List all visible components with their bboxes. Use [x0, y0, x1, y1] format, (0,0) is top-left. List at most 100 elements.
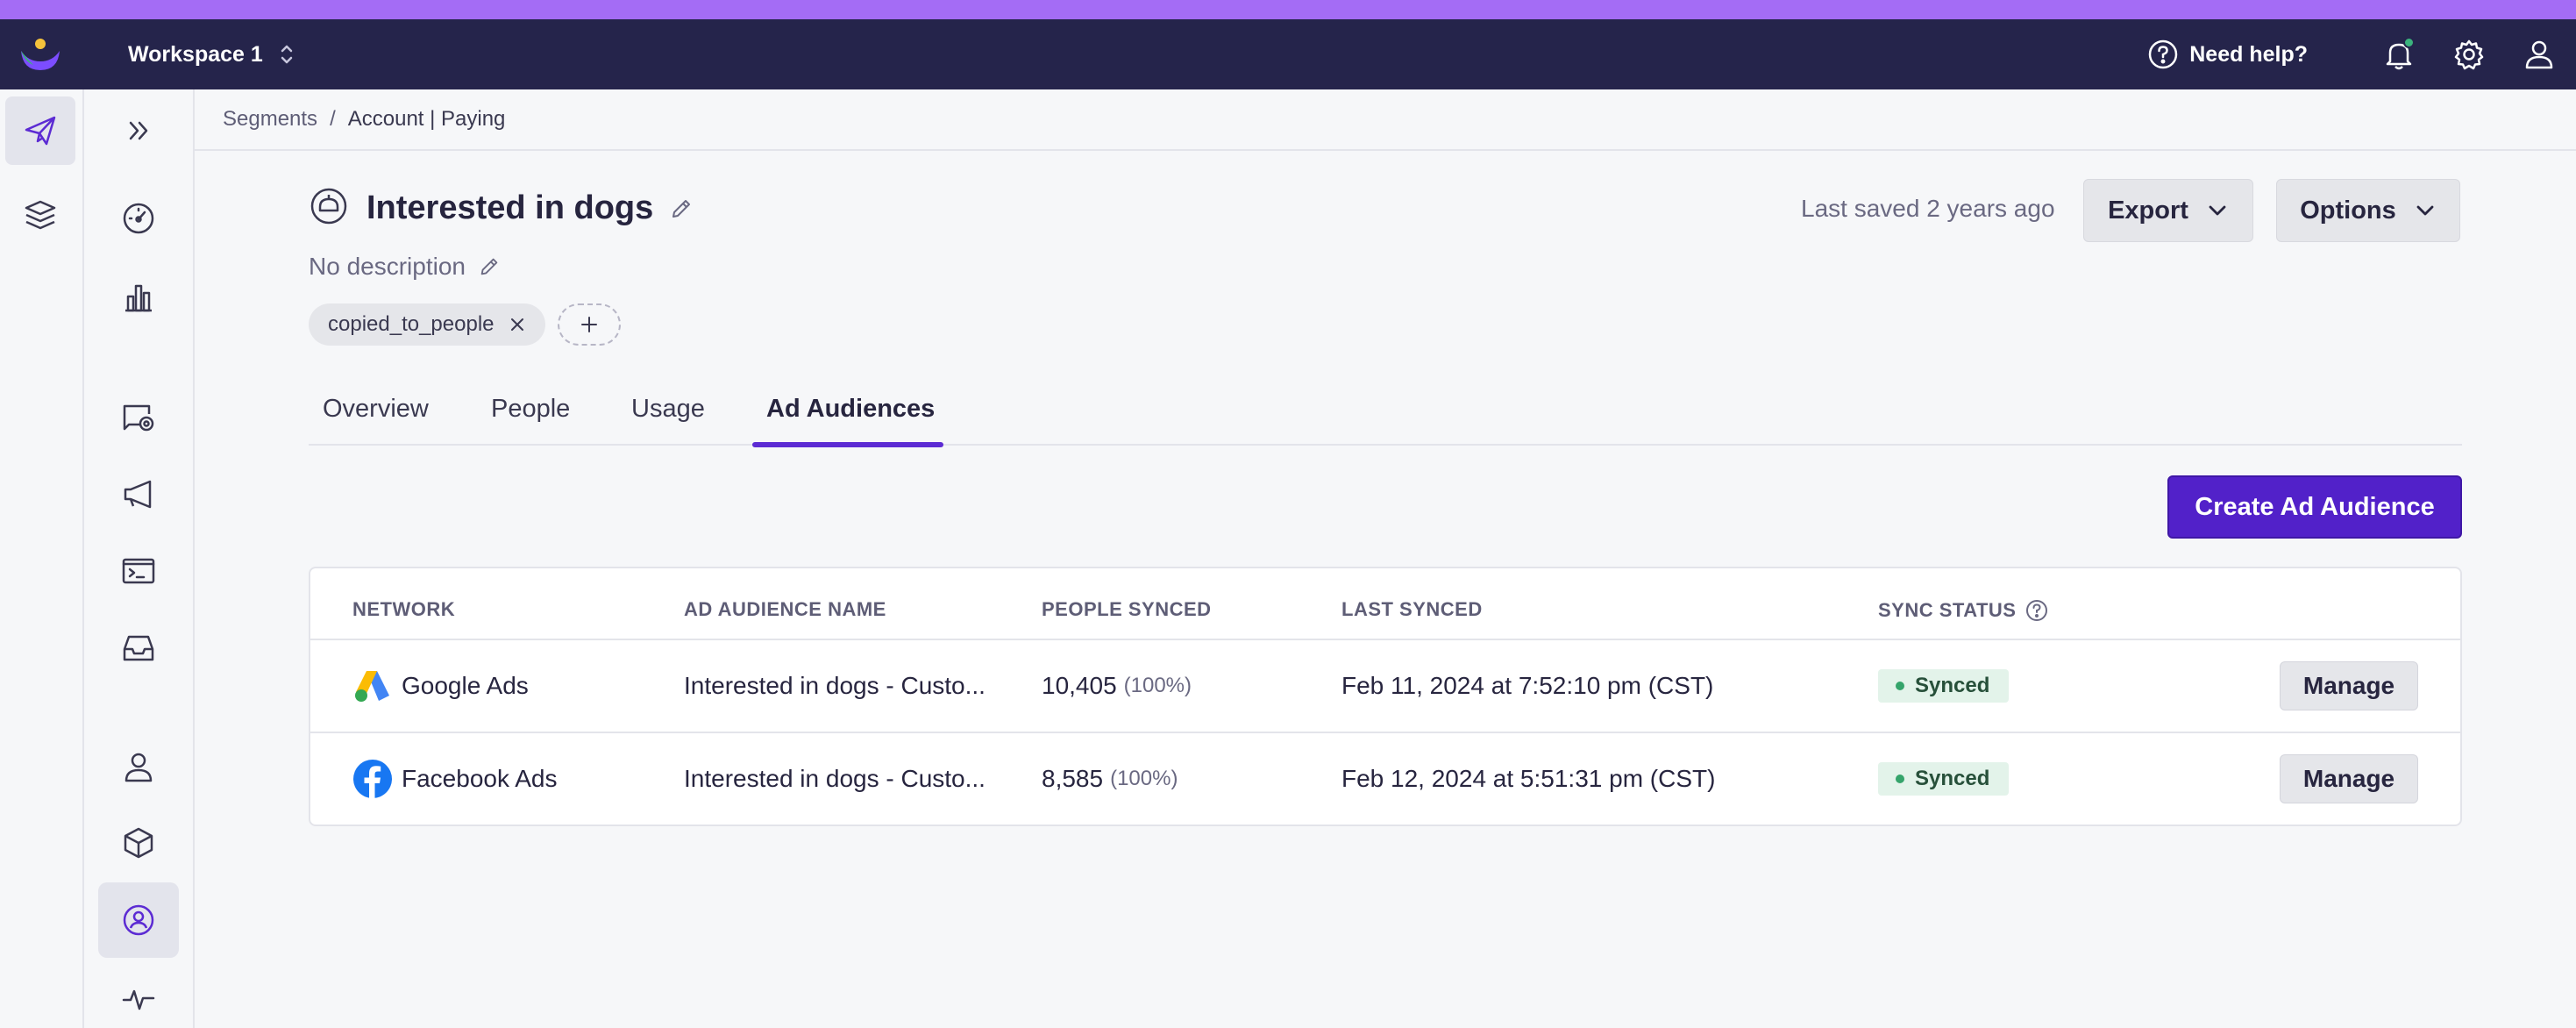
breadcrumb-separator: /	[330, 107, 336, 131]
status-badge: Synced	[1878, 762, 2010, 796]
help-label: Need help?	[2189, 41, 2308, 67]
last-synced: Feb 12, 2024 at 5:51:31 pm (CST)	[1341, 765, 1716, 792]
settings-button[interactable]	[2451, 37, 2487, 72]
megaphone-icon	[124, 480, 152, 509]
tab-bar: Overview People Usage Ad Audiences	[309, 386, 2462, 447]
tag-label: copied_to_people	[328, 312, 495, 336]
breadcrumb-segments-link[interactable]: Segments	[223, 107, 317, 132]
people-synced-count: 10,405	[1042, 672, 1117, 699]
add-tag-button[interactable]	[557, 303, 621, 346]
chevron-down-icon	[2209, 205, 2226, 216]
people-synced-percent: (100%)	[1123, 674, 1192, 697]
nav-transactional[interactable]	[98, 533, 179, 609]
page-header: Interested in dogs	[309, 186, 694, 231]
help-circle-icon	[2149, 39, 2178, 69]
audience-name: Interested in dogs - Custo...	[684, 765, 986, 792]
user-icon	[2525, 40, 2553, 69]
gauge-icon	[123, 203, 154, 234]
last-synced: Feb 11, 2024 at 7:52:10 pm (CST)	[1341, 672, 1714, 699]
table-row: Facebook Ads Interested in dogs - Custo.…	[310, 732, 2460, 825]
tags-row: copied_to_people	[309, 303, 621, 346]
person-icon	[125, 753, 153, 782]
bar-chart-icon	[125, 284, 152, 312]
facebook-icon	[353, 760, 392, 798]
help-circle-icon[interactable]	[2025, 598, 2049, 623]
pencil-icon	[672, 200, 691, 218]
close-icon[interactable]	[509, 316, 526, 333]
tab-people[interactable]: People	[491, 386, 570, 446]
paper-plane-icon	[25, 116, 56, 146]
nav-segments[interactable]	[98, 882, 179, 958]
status-label: Synced	[1915, 674, 1990, 697]
top-bar: Workspace 1 Need help?	[0, 19, 2576, 89]
chevron-down-icon	[2416, 205, 2434, 216]
status-badge: Synced	[1878, 669, 2010, 703]
status-cell: Synced	[1878, 640, 2010, 732]
tab-usage[interactable]: Usage	[631, 386, 705, 446]
description-text: No description	[309, 253, 466, 280]
nav-activity[interactable]	[98, 961, 179, 1028]
network-cell: Google Ads	[352, 640, 529, 732]
logo-icon[interactable]	[18, 35, 63, 74]
table-row: Google Ads Interested in dogs - Custo...…	[310, 639, 2460, 732]
people-synced-cell: 10,405 (100%)	[1042, 640, 1192, 732]
tag-chip: copied_to_people	[309, 303, 545, 346]
network-name: Facebook Ads	[402, 765, 558, 792]
nav-objects[interactable]	[98, 805, 179, 881]
layers-icon	[25, 200, 56, 230]
plus-icon	[580, 317, 597, 332]
accent-strip	[0, 0, 2576, 19]
network-name: Google Ads	[402, 672, 529, 699]
workspace-name: Workspace 1	[128, 41, 263, 67]
column-header-network: NETWORK	[352, 598, 456, 620]
rail-item-data[interactable]	[5, 181, 75, 249]
options-button[interactable]: Options	[2276, 179, 2460, 242]
nav-campaigns[interactable]	[98, 456, 179, 532]
breadcrumb-current: Account | Paying	[347, 107, 506, 131]
action-cell: Manage	[2280, 733, 2418, 825]
tab-ad-audiences[interactable]: Ad Audiences	[766, 386, 935, 446]
people-synced-count: 8,585	[1042, 765, 1104, 792]
account-button[interactable]	[2522, 37, 2557, 72]
audience-name: Interested in dogs - Custo...	[684, 672, 986, 699]
column-header-people-synced: PEOPLE SYNCED	[1042, 598, 1212, 620]
nav-dashboard[interactable]	[98, 181, 179, 256]
breadcrumb: Segments / Account | Paying	[195, 89, 2576, 151]
options-label: Options	[2300, 196, 2396, 225]
column-header-sync-status: SYNC STATUS	[1878, 598, 2049, 623]
nav-expand[interactable]	[98, 93, 179, 168]
expand-chevrons-icon	[129, 121, 148, 140]
page-title: Interested in dogs	[366, 189, 654, 226]
nav-people[interactable]	[98, 730, 179, 805]
people-synced-percent: (100%)	[1110, 767, 1178, 790]
active-tab-indicator	[752, 442, 943, 447]
edit-title-button[interactable]	[653, 191, 694, 225]
workspace-switcher[interactable]: Workspace 1	[128, 19, 295, 89]
export-label: Export	[2108, 196, 2188, 225]
nav-analytics[interactable]	[98, 260, 179, 335]
google-ads-icon	[355, 671, 389, 702]
column-header-last-synced: LAST SYNCED	[1341, 598, 1483, 620]
status-label: Synced	[1915, 767, 1990, 790]
status-cell: Synced	[1878, 733, 2010, 825]
network-cell: Facebook Ads	[352, 733, 557, 825]
manage-button[interactable]: Manage	[2280, 661, 2418, 710]
export-button[interactable]: Export	[2083, 179, 2253, 242]
status-dot	[1896, 775, 1904, 783]
notifications-button[interactable]	[2381, 37, 2416, 72]
tab-overview[interactable]: Overview	[323, 386, 429, 446]
ad-audiences-table: NETWORK AD AUDIENCE NAME PEOPLE SYNCED L…	[309, 567, 2462, 826]
rail-item-messaging[interactable]	[5, 96, 75, 165]
cube-icon	[124, 827, 153, 859]
chevron-updown-icon	[281, 45, 293, 64]
help-button[interactable]: Need help?	[2147, 39, 2308, 70]
inbox-icon	[123, 635, 154, 661]
nav-inbox[interactable]	[98, 610, 179, 686]
create-ad-audience-button[interactable]: Create Ad Audience	[2167, 475, 2462, 539]
app-rail	[0, 89, 84, 1028]
manage-button[interactable]: Manage	[2280, 754, 2418, 803]
nav-messages[interactable]	[98, 379, 179, 454]
pencil-icon[interactable]	[478, 255, 501, 278]
message-settings-icon	[123, 404, 154, 432]
status-dot	[1896, 682, 1904, 690]
